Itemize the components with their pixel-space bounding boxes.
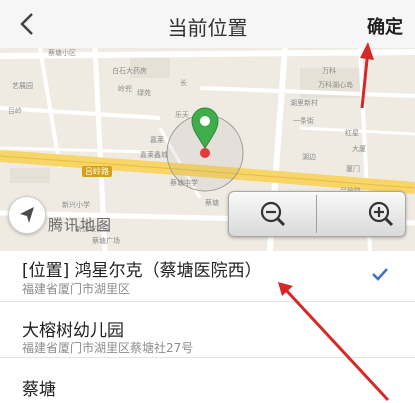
page-title: 当前位置 xyxy=(167,16,248,40)
map-label: 嘉莱 xyxy=(150,136,164,144)
list-item[interactable]: [位置] 鸿星尔克（蔡塘医院西） 福建省厦门市湖里区 xyxy=(0,251,415,302)
map-label: 绿苑 xyxy=(137,89,151,97)
map-label: 湖边 xyxy=(302,153,316,161)
map-label: 蔡塘 xyxy=(205,199,219,207)
map-label: 蔡塘小区 xyxy=(48,49,76,57)
list-item-title: 大榕树幼儿园 xyxy=(22,321,124,341)
confirm-button[interactable]: 确定 xyxy=(367,13,403,39)
zoom-in-button[interactable] xyxy=(323,194,399,234)
map-label: 万科湖心岛 xyxy=(318,81,353,89)
map-label: 长 xyxy=(180,79,187,87)
list-item-title: [位置] 鸿星尔克（蔡塘医院西） xyxy=(22,261,262,281)
check-icon xyxy=(372,268,388,281)
list-item-title: 蔡塘 xyxy=(22,380,56,400)
list-item[interactable]: 大榕树幼儿园 福建省厦门市湖里区蔡塘社27号 xyxy=(0,302,415,358)
list-item-address: 福建省厦门市湖里区蔡塘社27号 xyxy=(22,341,194,355)
map-label: 乐天 xyxy=(175,111,189,119)
map-label: 大厦 xyxy=(352,145,366,153)
zoom-divider xyxy=(316,195,317,233)
locate-button[interactable] xyxy=(8,196,46,234)
list-item-address: 福建省厦门市湖里区 xyxy=(22,282,131,296)
map-label: 湖里新村 xyxy=(290,99,318,107)
map-label: 吕岭 xyxy=(8,107,22,115)
map-label: 红星 xyxy=(345,129,359,137)
map-label: 岭兜 xyxy=(118,85,132,93)
map-label: 万科 xyxy=(322,67,336,75)
zoom-out-button[interactable] xyxy=(235,194,311,234)
map-label: 厦门 xyxy=(346,165,360,173)
map-label: 一条街 xyxy=(293,117,314,125)
locate-arrow-icon xyxy=(20,207,34,223)
location-list: [位置] 鸿星尔克（蔡塘医院西） 福建省厦门市湖里区 大榕树幼儿园 福建省厦门市… xyxy=(0,251,415,403)
map-label: 新兴小学 xyxy=(62,201,90,209)
map-label: 蔡塘中学 xyxy=(170,179,198,187)
map-logo: 腾讯地图 xyxy=(48,216,113,234)
map-label: 白石大药房 xyxy=(112,67,147,75)
map-label: 艺展园 xyxy=(12,82,33,90)
location-dot xyxy=(200,148,210,158)
map-label: 嘉莱鑫城 xyxy=(140,151,168,159)
road-label: 吕岭路 xyxy=(82,166,112,177)
map-label: 蔡塘广场 xyxy=(92,237,120,245)
list-item[interactable]: 蔡塘 xyxy=(0,358,415,403)
zoom-controls xyxy=(228,191,406,237)
nav-bar: 当前位置 确定 xyxy=(0,0,415,49)
